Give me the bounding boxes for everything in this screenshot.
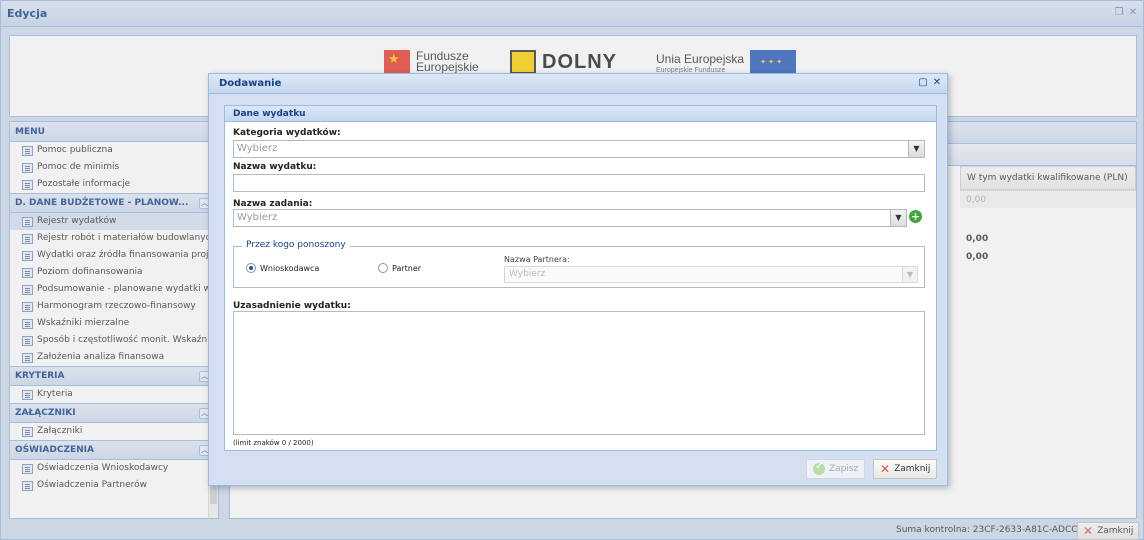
chevron-down-icon: ▼	[902, 266, 918, 283]
close-button[interactable]: ✕ Zamknij	[873, 459, 938, 479]
char-limit: (limit znaków 0 / 2000)	[233, 439, 314, 447]
task-select[interactable]: Wybierz ▼	[233, 209, 907, 227]
radio-selected-icon[interactable]	[246, 263, 256, 273]
task-label: Nazwa zadania:	[233, 199, 313, 209]
radio-wnioskodawca[interactable]: Wnioskodawca	[246, 263, 319, 273]
incurred-by-group: Przez kogo ponoszony Wnioskodawca Partne…	[233, 240, 925, 288]
add-expense-dialog: Dodawanie ▢ ✕ Dane wydatku Kategoria wyd…	[208, 73, 948, 486]
expense-name-input[interactable]	[233, 174, 925, 192]
chevron-down-icon[interactable]: ▼	[908, 140, 925, 158]
radio-icon[interactable]	[378, 263, 388, 273]
save-button[interactable]: Zapisz	[806, 459, 866, 479]
name-label: Nazwa wydatku:	[233, 162, 317, 172]
partner-label: Nazwa Partnera:	[504, 255, 570, 264]
dialog-title: Dodawanie ▢ ✕	[209, 74, 947, 94]
expense-fieldset: Dane wydatku Kategoria wydatków: Wybierz…	[224, 105, 937, 451]
partner-select: Wybierz ▼	[504, 266, 918, 283]
close-x-icon: ✕	[880, 462, 891, 476]
save-check-icon	[813, 461, 825, 475]
maximize-icon[interactable]: ▢	[917, 77, 929, 89]
category-label: Kategoria wydatków:	[233, 128, 341, 138]
fieldset-title: Dane wydatku	[225, 106, 936, 122]
category-select[interactable]: Wybierz ▼	[233, 140, 925, 158]
justification-label: Uzasadnienie wydatku:	[233, 301, 351, 311]
group-legend: Przez kogo ponoszony	[242, 240, 350, 250]
chevron-down-icon[interactable]: ▼	[890, 209, 907, 227]
close-icon[interactable]: ✕	[931, 77, 943, 89]
add-task-icon[interactable]: +	[909, 210, 922, 223]
justification-textarea[interactable]	[233, 311, 925, 435]
radio-partner[interactable]: Partner	[378, 263, 421, 273]
